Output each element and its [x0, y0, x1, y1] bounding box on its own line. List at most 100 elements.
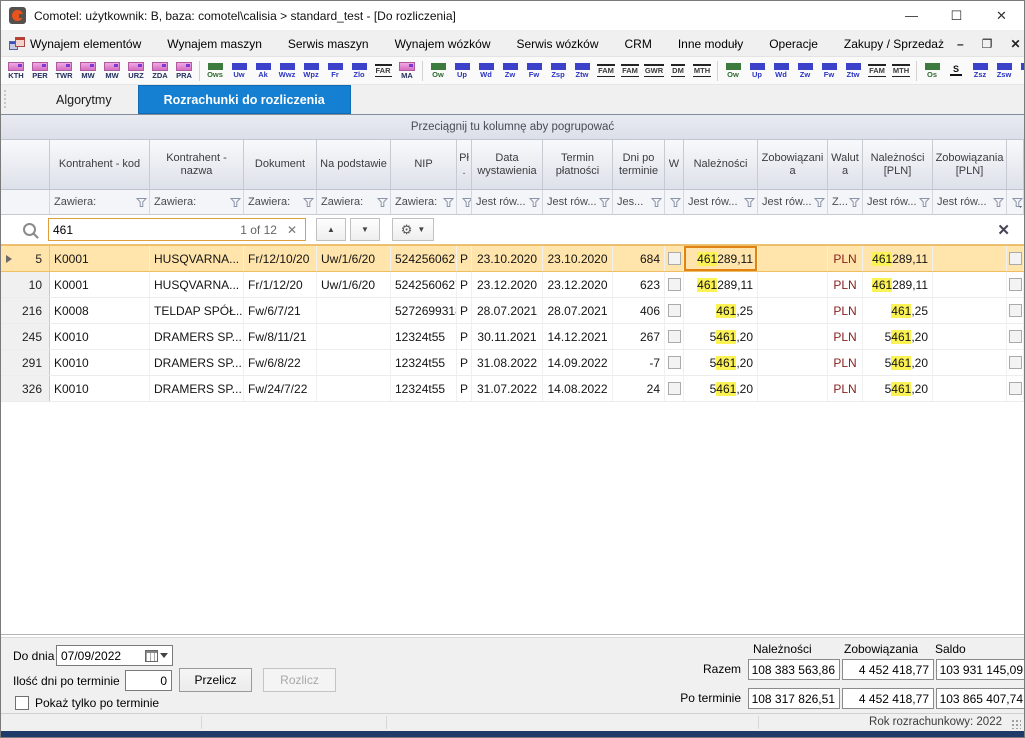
filter-cell-6[interactable]	[457, 190, 472, 214]
table-cell[interactable]	[1007, 298, 1024, 323]
filter-condition-label[interactable]: Jest rów...	[867, 196, 918, 208]
search-box[interactable]: 1 of 12 ✕	[48, 218, 306, 241]
row-checkbox[interactable]	[1009, 278, 1022, 291]
filter-cell-1[interactable]: Zawiera:	[50, 190, 150, 214]
toolbar-button-dm[interactable]: DM	[666, 58, 690, 84]
table-cell[interactable]	[1007, 272, 1024, 297]
toolbar-button-fr[interactable]: Fr	[323, 58, 347, 84]
toolbar-button-fw[interactable]: Fw	[817, 58, 841, 84]
table-row[interactable]: 10K0001HUSQVARNA...Fr/1/12/20Uw/1/6/2052…	[1, 272, 1024, 298]
toolbar-button-fs[interactable]: Fs	[1016, 58, 1025, 84]
przelicz-button[interactable]: Przelicz	[179, 668, 252, 692]
maximize-button[interactable]: ☐	[934, 1, 979, 30]
search-options-button[interactable]: ⚙ ▼	[392, 218, 434, 241]
row-checkbox[interactable]	[1009, 330, 1022, 343]
toolbar-button-s[interactable]: S	[944, 58, 968, 84]
mdi-close-button[interactable]: ✕	[1010, 37, 1020, 51]
toolbar-button-zsz[interactable]: Zsz	[968, 58, 992, 84]
filter-cell-2[interactable]: Zawiera:	[150, 190, 244, 214]
row-checkbox[interactable]	[1009, 382, 1022, 395]
column-header-w[interactable]: W	[665, 140, 684, 189]
menu-item-operacje[interactable]: Operacje	[756, 33, 831, 55]
table-cell[interactable]	[665, 272, 684, 297]
toolbar-button-fw[interactable]: Fw	[522, 58, 546, 84]
toolbar-button-urz[interactable]: URZ	[124, 58, 148, 84]
row-checkbox[interactable]	[668, 252, 681, 265]
search-input[interactable]	[49, 223, 240, 237]
menu-item-inne-moduły[interactable]: Inne moduły	[665, 33, 756, 55]
filter-funnel-icon[interactable]	[462, 197, 472, 208]
toolbar-button-wd[interactable]: Wd	[769, 58, 793, 84]
filter-cell-5[interactable]: Zawiera:	[391, 190, 457, 214]
filter-funnel-icon[interactable]	[529, 197, 540, 208]
calendar-icon[interactable]	[145, 650, 158, 662]
table-cell[interactable]	[665, 324, 684, 349]
tab-algorytmy[interactable]: Algorytmy	[30, 85, 138, 114]
table-cell[interactable]	[665, 376, 684, 401]
filter-condition-label[interactable]: Jest rów...	[762, 196, 813, 208]
filter-funnel-icon[interactable]	[744, 197, 755, 208]
column-header-należności-pln-[interactable]: Należności [PLN]	[863, 140, 933, 189]
minimize-button[interactable]: —	[889, 1, 934, 30]
filter-funnel-icon[interactable]	[136, 197, 147, 208]
filter-funnel-icon[interactable]	[303, 197, 314, 208]
toolbar-button-ma[interactable]: MA	[395, 58, 419, 84]
filter-condition-label[interactable]: Z...	[832, 196, 848, 208]
column-header-waluta[interactable]: Waluta	[828, 140, 863, 189]
toolbar-button-wd[interactable]: Wd	[474, 58, 498, 84]
dni-po-terminie-input[interactable]	[126, 671, 171, 690]
toolbar-button-zw[interactable]: Zw	[498, 58, 522, 84]
toolbar-button-wwz[interactable]: Wwz	[275, 58, 299, 84]
toolbar-button-mth[interactable]: MTH	[690, 58, 714, 84]
toolbar-button-mw[interactable]: MW	[100, 58, 124, 84]
table-row[interactable]: 291K0010DRAMERS SP...Fw/6/8/2212324t55P3…	[1, 350, 1024, 376]
filter-funnel-icon[interactable]	[1012, 197, 1023, 208]
column-header-kontrahent-nazwa[interactable]: Kontrahent - nazwa	[150, 140, 244, 189]
filter-funnel-icon[interactable]	[599, 197, 610, 208]
toolbar-button-ztw[interactable]: Ztw	[841, 58, 865, 84]
table-cell[interactable]	[665, 350, 684, 375]
toolbar-button-ak[interactable]: Ak	[251, 58, 275, 84]
search-close-icon[interactable]: ✕	[997, 221, 1010, 239]
filter-cell-15[interactable]: Jest rów...	[933, 190, 1007, 214]
close-button[interactable]: ✕	[979, 1, 1024, 30]
filter-cell-10[interactable]	[665, 190, 684, 214]
filter-cell-9[interactable]: Jes...	[613, 190, 665, 214]
filter-condition-label[interactable]: Zawiera:	[154, 196, 229, 208]
toolbar-button-fam[interactable]: FAM	[618, 58, 642, 84]
toolbar-button-ows[interactable]: Ows	[203, 58, 227, 84]
toolbar-button-kth[interactable]: KTH	[4, 58, 28, 84]
row-checkbox[interactable]	[1009, 252, 1022, 265]
filter-funnel-icon[interactable]	[919, 197, 930, 208]
toolbar-button-mth[interactable]: MTH	[889, 58, 913, 84]
toolbar-button-per[interactable]: PER	[28, 58, 52, 84]
toolbar-button-up[interactable]: Up	[745, 58, 769, 84]
filter-cell-11[interactable]: Jest rów...	[684, 190, 758, 214]
toolbar-button-zsw[interactable]: Zsw	[992, 58, 1016, 84]
column-header-termin-płatności[interactable]: Termin płatności	[543, 140, 613, 189]
group-by-panel[interactable]: Przeciągnij tu kolumnę aby pogrupować	[1, 115, 1024, 140]
column-header-na-podstawie[interactable]: Na podstawie	[317, 140, 391, 189]
filter-condition-label[interactable]: Jest rów...	[476, 196, 528, 208]
filter-cell-8[interactable]: Jest rów...	[543, 190, 613, 214]
toolbar-button-zw[interactable]: Zw	[793, 58, 817, 84]
filter-cell-16[interactable]	[1007, 190, 1024, 214]
pokaz-tylko-checkbox[interactable]	[15, 696, 29, 710]
table-cell[interactable]	[665, 246, 684, 271]
filter-condition-label[interactable]: Zawiera:	[248, 196, 302, 208]
menu-item-wynajem-wózków[interactable]: Wynajem wózków	[382, 33, 504, 55]
table-cell[interactable]	[1007, 376, 1024, 401]
filter-funnel-icon[interactable]	[377, 197, 388, 208]
row-checkbox[interactable]	[668, 330, 681, 343]
menu-item-crm[interactable]: CRM	[612, 33, 665, 55]
column-header-nip[interactable]: NIP	[391, 140, 457, 189]
row-checkbox[interactable]	[668, 356, 681, 369]
filter-cell-12[interactable]: Jest rów...	[758, 190, 828, 214]
filter-funnel-icon[interactable]	[651, 197, 662, 208]
filter-condition-label[interactable]: Jest rów...	[547, 196, 598, 208]
toolbar-button-fam[interactable]: FAM	[865, 58, 889, 84]
filter-condition-label[interactable]: Zawiera:	[54, 196, 135, 208]
filter-funnel-icon[interactable]	[993, 197, 1004, 208]
toolbar-button-zsp[interactable]: Zsp	[546, 58, 570, 84]
column-header-zobowiązania[interactable]: Zobowiązania	[758, 140, 828, 189]
